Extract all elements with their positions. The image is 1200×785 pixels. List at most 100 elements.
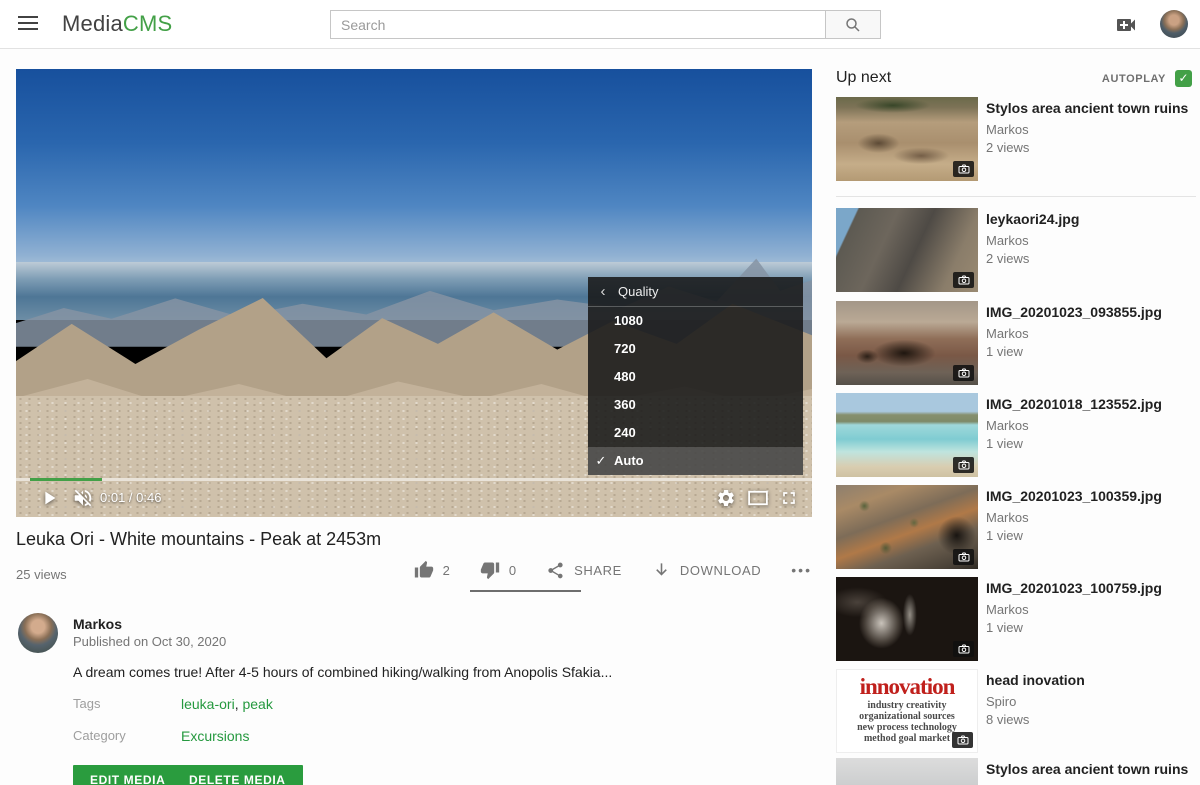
- category-label: Category: [73, 728, 126, 743]
- video-thumbnail[interactable]: [836, 301, 978, 385]
- video-views: 2 views: [986, 251, 1194, 266]
- quality-option-auto[interactable]: ✓ Auto: [588, 447, 803, 475]
- camera-icon: [953, 641, 974, 657]
- video-views: 1 view: [986, 436, 1194, 451]
- video-thumbnail[interactable]: [836, 393, 978, 477]
- tag-link-leuka-ori[interactable]: leuka-ori: [181, 696, 235, 712]
- fullscreen-button[interactable]: [779, 488, 799, 513]
- quality-menu-title: Quality: [618, 284, 658, 299]
- brand-logo[interactable]: MediaCMS: [62, 11, 172, 37]
- quality-option-auto-label: Auto: [614, 447, 644, 475]
- action-bar: 2 0 SHARE DOWNLOAD •••: [414, 560, 812, 580]
- author-avatar[interactable]: [18, 613, 58, 653]
- check-icon: ✓: [1178, 71, 1188, 85]
- quality-option-480[interactable]: 480: [588, 363, 803, 391]
- view-count: 25 views: [16, 567, 67, 582]
- quality-menu-back[interactable]: ‹ Quality: [588, 277, 803, 307]
- download-button[interactable]: DOWNLOAD: [652, 561, 761, 580]
- up-next-item-6[interactable]: IMG_20201023_100759.jpg Markos 1 view: [836, 577, 1196, 661]
- quality-option-1080[interactable]: 1080: [588, 307, 803, 335]
- video-description: A dream comes true! After 4-5 hours of c…: [73, 664, 693, 680]
- tag-separator: ,: [235, 696, 239, 712]
- mute-button[interactable]: [72, 487, 94, 514]
- video-title[interactable]: Stylos area ancient town ruins: [986, 760, 1194, 778]
- video-thumbnail[interactable]: [836, 485, 978, 569]
- thumb-up-icon: [414, 560, 434, 580]
- up-next-item-4[interactable]: IMG_20201018_123552.jpg Markos 1 view: [836, 393, 1196, 477]
- video-camera-plus-icon: [1114, 13, 1138, 37]
- user-avatar[interactable]: [1160, 10, 1188, 38]
- publish-date: Published on Oct 30, 2020: [73, 634, 226, 649]
- video-views: 2 views: [986, 140, 1194, 155]
- video-thumbnail[interactable]: [836, 97, 978, 181]
- video-title[interactable]: IMG_20201023_100359.jpg: [986, 487, 1194, 505]
- camera-icon: [953, 272, 974, 288]
- wordcloud-text: innovation: [837, 674, 977, 700]
- download-label: DOWNLOAD: [680, 563, 761, 578]
- upload-media-button[interactable]: [1114, 13, 1138, 37]
- tags-label: Tags: [73, 696, 100, 711]
- edit-media-button[interactable]: EDIT MEDIA: [73, 765, 182, 785]
- video-frame-sky: [16, 69, 812, 280]
- video-views: 1 view: [986, 344, 1194, 359]
- video-author: Spiro: [986, 694, 1194, 709]
- camera-icon: [953, 365, 974, 381]
- up-next-item-7[interactable]: innovation industry creativity organizat…: [836, 669, 1196, 753]
- brand-cms: CMS: [123, 11, 173, 36]
- search-bar: [330, 10, 881, 39]
- video-author: Markos: [986, 418, 1194, 433]
- fullscreen-icon: [779, 488, 799, 508]
- dislike-button[interactable]: 0: [480, 560, 516, 580]
- like-button[interactable]: 2: [414, 560, 450, 580]
- share-button[interactable]: SHARE: [546, 561, 622, 580]
- share-icon: [546, 561, 565, 580]
- rating-underline: [470, 590, 581, 592]
- up-next-item-3[interactable]: IMG_20201023_093855.jpg Markos 1 view: [836, 301, 1196, 385]
- video-author: Markos: [986, 602, 1194, 617]
- camera-icon: [953, 457, 974, 473]
- search-input[interactable]: [330, 10, 826, 39]
- up-next-item-1[interactable]: Stylos area ancient town ruins Markos 2 …: [836, 97, 1196, 181]
- quality-option-720[interactable]: 720: [588, 335, 803, 363]
- up-next-item-5[interactable]: IMG_20201023_100359.jpg Markos 1 view: [836, 485, 1196, 569]
- theater-mode-icon: [747, 490, 769, 506]
- video-views: 1 view: [986, 528, 1194, 543]
- menu-icon[interactable]: [18, 16, 38, 31]
- time-display: 0:01 / 0:46: [100, 490, 161, 505]
- video-title[interactable]: IMG_20201023_093855.jpg: [986, 303, 1194, 321]
- video-title[interactable]: IMG_20201023_100759.jpg: [986, 579, 1194, 597]
- video-thumbnail[interactable]: [836, 577, 978, 661]
- up-next-item-8[interactable]: Stylos area ancient town ruins: [836, 758, 1196, 785]
- search-button[interactable]: [826, 10, 881, 39]
- quality-option-360[interactable]: 360: [588, 391, 803, 419]
- more-options-button[interactable]: •••: [791, 562, 812, 578]
- autoplay-checkbox[interactable]: ✓: [1175, 70, 1192, 87]
- autoplay-label: AUTOPLAY: [1102, 73, 1166, 85]
- video-title[interactable]: Stylos area ancient town ruins: [986, 99, 1194, 117]
- video-title[interactable]: head inovation: [986, 671, 1194, 689]
- play-button[interactable]: [38, 487, 60, 514]
- video-thumbnail[interactable]: [836, 758, 978, 785]
- delete-media-button[interactable]: DELETE MEDIA: [172, 765, 303, 785]
- mediacms-page: MediaCMS 0:01 / 0:46: [0, 0, 1200, 785]
- video-views: 1 view: [986, 620, 1194, 635]
- category-list: Excursions: [181, 728, 249, 744]
- video-thumbnail[interactable]: [836, 208, 978, 292]
- video-thumbnail[interactable]: innovation industry creativity organizat…: [836, 669, 978, 753]
- quality-menu: ‹ Quality 1080 720 480 360 240 ✓ Auto: [588, 277, 803, 475]
- video-views: 8 views: [986, 712, 1194, 727]
- up-next-item-2[interactable]: leykaori24.jpg Markos 2 views: [836, 208, 1196, 292]
- video-title[interactable]: IMG_20201018_123552.jpg: [986, 395, 1194, 413]
- quality-option-240[interactable]: 240: [588, 419, 803, 447]
- author-name[interactable]: Markos: [73, 616, 122, 632]
- volume-off-icon: [72, 487, 94, 509]
- category-link-excursions[interactable]: Excursions: [181, 728, 249, 744]
- video-author: Markos: [986, 233, 1194, 248]
- video-title[interactable]: leykaori24.jpg: [986, 210, 1194, 228]
- sidebar-divider: [836, 196, 1196, 197]
- video-player[interactable]: 0:01 / 0:46 ‹ Quality 1080 720 480 360 2…: [16, 69, 812, 517]
- play-icon: [38, 487, 60, 509]
- theater-mode-button[interactable]: [747, 490, 769, 511]
- settings-button[interactable]: [716, 488, 736, 513]
- tag-link-peak[interactable]: peak: [242, 696, 272, 712]
